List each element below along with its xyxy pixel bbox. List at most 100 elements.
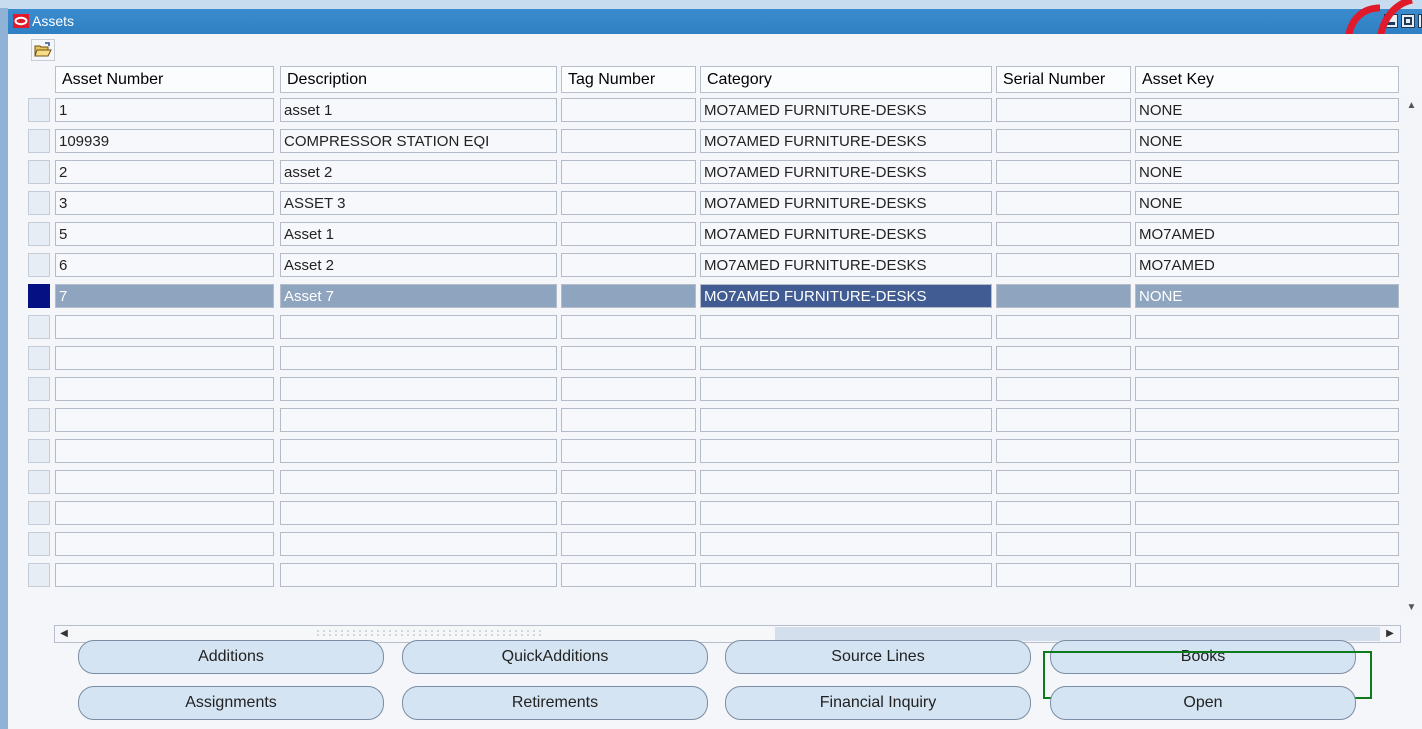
record-indicator[interactable] (28, 98, 50, 122)
cell-category[interactable] (700, 501, 992, 525)
table-row[interactable]: 6 Asset 2 MO7AMED FURNITURE-DESKS MO7AMED (8, 251, 1422, 279)
cell-serial-number[interactable] (996, 346, 1131, 370)
cell-asset-key[interactable] (1135, 346, 1399, 370)
cell-category[interactable] (700, 470, 992, 494)
cell-serial-number[interactable] (996, 532, 1131, 556)
cell-category[interactable] (700, 408, 992, 432)
cell-serial-number[interactable] (996, 408, 1131, 432)
cell-asset-key[interactable]: MO7AMED (1135, 222, 1399, 246)
cell-serial-number[interactable] (996, 501, 1131, 525)
record-indicator[interactable] (28, 160, 50, 184)
cell-asset-number[interactable]: 7 (55, 284, 274, 308)
cell-category[interactable] (700, 439, 992, 463)
source-lines-button[interactable]: Source Lines (725, 640, 1031, 674)
cell-tag-number[interactable] (561, 315, 696, 339)
table-row[interactable] (8, 437, 1422, 465)
table-row[interactable] (8, 375, 1422, 403)
cell-description[interactable]: Asset 2 (280, 253, 557, 277)
cell-asset-number[interactable] (55, 470, 274, 494)
arrow-right-icon[interactable]: ▶ (1382, 627, 1398, 641)
record-indicator[interactable] (28, 563, 50, 587)
cell-serial-number[interactable] (996, 98, 1131, 122)
cell-asset-number[interactable]: 1 (55, 98, 274, 122)
cell-tag-number[interactable] (561, 284, 696, 308)
cell-asset-key[interactable] (1135, 501, 1399, 525)
cell-asset-number[interactable]: 109939 (55, 129, 274, 153)
cell-description[interactable] (280, 563, 557, 587)
table-row[interactable] (8, 499, 1422, 527)
cell-description[interactable] (280, 439, 557, 463)
cell-description[interactable] (280, 532, 557, 556)
record-indicator[interactable] (28, 439, 50, 463)
scroll-track[interactable] (775, 627, 1380, 641)
cell-asset-number[interactable]: 3 (55, 191, 274, 215)
column-header-asset-key[interactable]: Asset Key (1135, 66, 1399, 93)
cell-asset-key[interactable]: NONE (1135, 98, 1399, 122)
cell-serial-number[interactable] (996, 253, 1131, 277)
cell-tag-number[interactable] (561, 222, 696, 246)
table-row[interactable] (8, 468, 1422, 496)
cell-tag-number[interactable] (561, 563, 696, 587)
cell-asset-number[interactable] (55, 439, 274, 463)
cell-tag-number[interactable] (561, 377, 696, 401)
cell-tag-number[interactable] (561, 501, 696, 525)
table-row[interactable]: 3 ASSET 3 MO7AMED FURNITURE-DESKS NONE (8, 189, 1422, 217)
cell-category[interactable]: MO7AMED FURNITURE-DESKS (700, 98, 992, 122)
cell-asset-number[interactable] (55, 408, 274, 432)
cell-asset-number[interactable] (55, 315, 274, 339)
record-indicator[interactable] (28, 501, 50, 525)
record-indicator[interactable] (28, 191, 50, 215)
vertical-scrollbar[interactable]: ▲ ▼ (1401, 96, 1422, 618)
cell-description[interactable] (280, 377, 557, 401)
record-indicator[interactable] (28, 284, 50, 308)
cell-serial-number[interactable] (996, 315, 1131, 339)
quick-additions-button[interactable]: QuickAdditions (402, 640, 708, 674)
cell-category[interactable] (700, 563, 992, 587)
cell-description[interactable]: COMPRESSOR STATION EQI (280, 129, 557, 153)
cell-asset-key[interactable]: NONE (1135, 284, 1399, 308)
table-row[interactable] (8, 344, 1422, 372)
cell-tag-number[interactable] (561, 439, 696, 463)
column-header-description[interactable]: Description (280, 66, 557, 93)
cell-serial-number[interactable] (996, 191, 1131, 215)
table-row[interactable]: 109939 COMPRESSOR STATION EQI MO7AMED FURN… (8, 127, 1422, 155)
cell-category[interactable]: MO7AMED FURNITURE-DESKS (700, 253, 992, 277)
cell-category[interactable]: MO7AMED FURNITURE-DESKS (700, 222, 992, 246)
assignments-button[interactable]: Assignments (78, 686, 384, 720)
cell-tag-number[interactable] (561, 346, 696, 370)
cell-tag-number[interactable] (561, 253, 696, 277)
cell-category[interactable] (700, 532, 992, 556)
table-row[interactable]: 1 asset 1 MO7AMED FURNITURE-DESKS NONE (8, 96, 1422, 124)
table-row[interactable] (8, 313, 1422, 341)
table-row[interactable]: 5 Asset 1 MO7AMED FURNITURE-DESKS MO7AMED (8, 220, 1422, 248)
cell-serial-number[interactable] (996, 222, 1131, 246)
additions-button[interactable]: Additions (78, 640, 384, 674)
record-indicator[interactable] (28, 470, 50, 494)
maximize-button[interactable] (1401, 14, 1415, 28)
cell-asset-number[interactable]: 2 (55, 160, 274, 184)
cell-serial-number[interactable] (996, 563, 1131, 587)
table-row[interactable]: 2 asset 2 MO7AMED FURNITURE-DESKS NONE (8, 158, 1422, 186)
cell-description[interactable] (280, 315, 557, 339)
record-indicator[interactable] (28, 129, 50, 153)
column-header-category[interactable]: Category (700, 66, 992, 93)
cell-category[interactable] (700, 315, 992, 339)
cell-category[interactable] (700, 377, 992, 401)
record-indicator[interactable] (28, 377, 50, 401)
cell-asset-key[interactable]: NONE (1135, 129, 1399, 153)
cell-description[interactable] (280, 501, 557, 525)
title-bar[interactable]: Assets (8, 9, 1422, 34)
cell-asset-key[interactable]: MO7AMED (1135, 253, 1399, 277)
record-indicator[interactable] (28, 253, 50, 277)
cell-description[interactable]: Asset 1 (280, 222, 557, 246)
table-row[interactable] (8, 406, 1422, 434)
cell-description[interactable]: asset 1 (280, 98, 557, 122)
column-header-serial-number[interactable]: Serial Number (996, 66, 1131, 93)
cell-tag-number[interactable] (561, 160, 696, 184)
record-indicator[interactable] (28, 315, 50, 339)
cell-tag-number[interactable] (561, 191, 696, 215)
cell-asset-number[interactable]: 5 (55, 222, 274, 246)
cell-tag-number[interactable] (561, 470, 696, 494)
close-button[interactable] (1418, 14, 1422, 28)
cell-asset-key[interactable] (1135, 532, 1399, 556)
